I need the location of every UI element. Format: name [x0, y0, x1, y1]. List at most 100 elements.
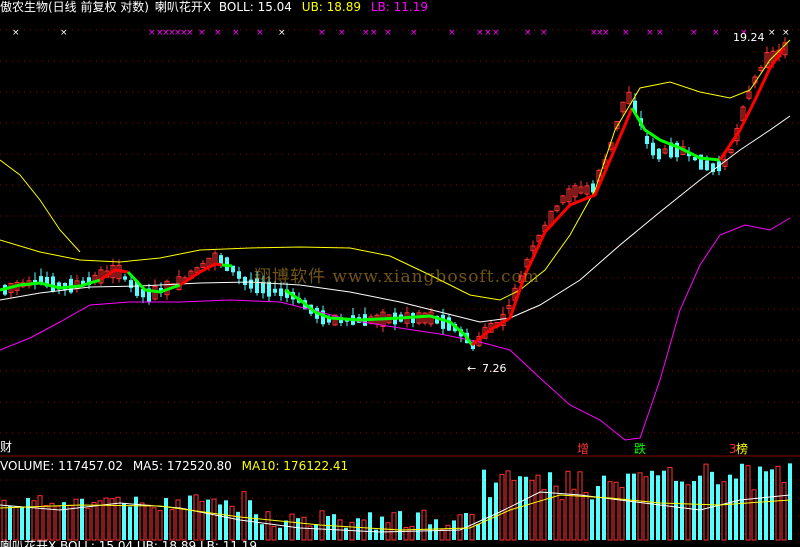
signal-mark: ×: [148, 28, 156, 38]
signal-mark: ×: [338, 28, 346, 38]
volume-bar: [175, 499, 181, 541]
volume-bar: [188, 495, 192, 540]
volume-bar: [505, 470, 511, 541]
watermark: 翔博软件 www.xiangbosoft.com: [254, 267, 540, 287]
volume-bar: [109, 498, 115, 541]
volume-bar: [265, 511, 271, 541]
volume-bar: [211, 498, 217, 541]
volume-bar: [494, 482, 498, 540]
volume-bar: [650, 470, 654, 540]
volume-bar: [577, 471, 583, 541]
candle-body: [123, 276, 127, 280]
signal-mark: ×: [12, 28, 20, 38]
event-tag-die[interactable]: 跌: [634, 443, 646, 456]
volume-bar: [128, 506, 132, 540]
volume-bar: [391, 512, 397, 541]
volume-bar: [751, 489, 757, 541]
volume-bar: [602, 475, 606, 540]
volume-bar: [565, 470, 571, 541]
volume-bar: [271, 525, 277, 541]
volume-bar: [139, 502, 145, 541]
volume-bar: [416, 512, 420, 540]
signal-mark: ×: [476, 28, 484, 38]
signal-mark: ×: [712, 28, 720, 38]
volume-bar: [122, 503, 126, 540]
volume-bar: [674, 480, 678, 540]
candle-body: [243, 276, 247, 286]
signal-mark: ×: [186, 28, 194, 38]
volume-bar: [518, 476, 522, 540]
volume-bar: [685, 484, 691, 541]
volume-bar: [374, 529, 378, 540]
candle-body: [51, 276, 55, 292]
signal-mark: ×: [484, 28, 492, 38]
event-tag-zeng[interactable]: 增: [577, 443, 589, 456]
volume-ma10: MA10: 176122.41: [241, 459, 349, 473]
signal-mark: ×: [198, 28, 206, 38]
volume-bar: [619, 486, 625, 541]
signal-mark: ×: [646, 28, 654, 38]
volume-bar: [775, 465, 781, 541]
signal-mark: ×: [232, 28, 240, 38]
volume-bar: [344, 527, 348, 540]
volume-bar: [535, 474, 541, 541]
volume-bar: [758, 466, 762, 540]
volume-bar: [529, 479, 535, 541]
min-price-label: 7.26: [482, 362, 507, 375]
volume-bar: [62, 502, 66, 540]
volume-bar: [169, 509, 175, 541]
candle-body: [279, 288, 283, 297]
signal-mark: ×: [524, 28, 532, 38]
signal-mark: ×: [782, 28, 790, 38]
signal-mark: ×: [656, 28, 664, 38]
volume-bar: [26, 497, 30, 540]
volume-bar: [764, 471, 768, 540]
event-tag-cai[interactable]: 财: [0, 441, 12, 454]
volume-bar: [590, 499, 594, 540]
signal-mark: ×: [622, 28, 630, 38]
volume-bar: [368, 512, 372, 540]
volume-bar: [20, 507, 24, 540]
volume-bar: [434, 519, 438, 540]
volume-bar: [703, 463, 709, 541]
volume-bar: [380, 516, 384, 540]
indicator-name: 喇叭花开X: [154, 0, 212, 14]
volume-bar: [248, 500, 252, 540]
signal-mark: ×: [492, 28, 500, 38]
signal-mark: ×: [540, 28, 548, 38]
volume-bar: [8, 505, 12, 540]
volume-bar: [607, 481, 613, 541]
volume-bar: [218, 504, 222, 540]
volume-bar: [596, 486, 600, 540]
event-tag-bang[interactable]: 榜: [736, 443, 748, 456]
max-price-label: 19.24: [733, 31, 765, 44]
volume-bar: [788, 463, 792, 540]
signal-mark: ×: [768, 28, 776, 38]
volume-bar: [571, 488, 577, 541]
volume-bar: [398, 511, 402, 540]
volume-bar: [721, 481, 727, 541]
volume-bar: [716, 484, 720, 540]
candle-body: [249, 279, 253, 289]
signal-mark: ×: [410, 28, 418, 38]
volume-bar: [656, 475, 660, 540]
volume-bar: [728, 474, 732, 540]
volume-bar: [781, 482, 787, 541]
signal-red-segment: [718, 47, 786, 161]
volume-bar: [541, 489, 547, 541]
signal-mark: ×: [256, 28, 264, 38]
volume-bar: [613, 481, 619, 541]
volume-bar: [37, 495, 43, 541]
volume-bar: [97, 500, 103, 541]
signal-mark: ×: [362, 28, 370, 38]
volume-bar: [260, 524, 264, 540]
volume-bar: [439, 529, 445, 541]
price-header: 傲农生物(日线 前复权 对数) 喇叭花开X BOLL: 15.04 UB: 18…: [0, 0, 434, 15]
lb-value: LB: 11.19: [370, 0, 428, 14]
volume-bar: [145, 504, 151, 541]
volume-bar: [445, 524, 451, 541]
volume-bar: [476, 524, 480, 540]
volume-bar: [559, 499, 565, 541]
volume-bar: [626, 473, 630, 540]
volume-bar: [43, 505, 49, 541]
